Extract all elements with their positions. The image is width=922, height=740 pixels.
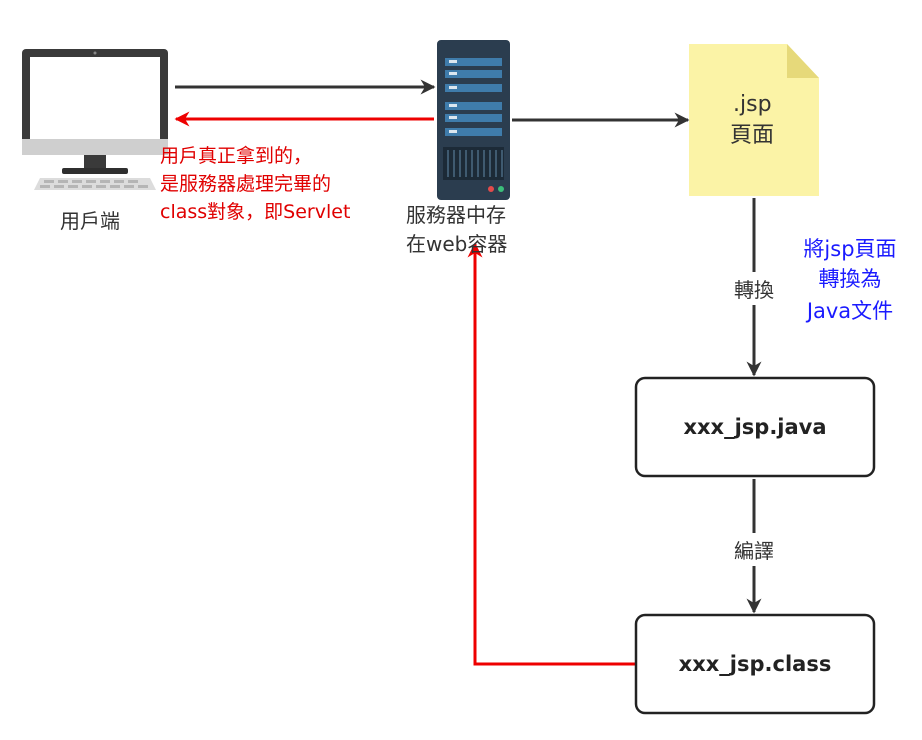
class-file-label: xxx_jsp.class — [678, 652, 832, 676]
convert-note-line2: 轉換為 — [818, 267, 882, 291]
response-note-line1: 用戶真正拿到的， — [160, 145, 313, 167]
desktop-monitor-keyboard-icon — [22, 49, 168, 190]
jsp-file-label-line2: 頁面 — [730, 123, 775, 148]
jsp-file-label-line1: .jsp — [733, 92, 772, 117]
response-note-line3: class對象，即Servlet — [160, 201, 351, 223]
response-note-line2: 是服務器處理完畢的 — [160, 173, 332, 195]
convert-note-line3: Java文件 — [806, 299, 894, 323]
compile-edge-label: 編譯 — [724, 533, 784, 566]
client-label: 用戶端 — [60, 209, 120, 233]
server-label-line1: 服務器中存 — [406, 203, 506, 227]
server-label-line2: 在web容器 — [406, 232, 508, 256]
class-to-server-arrow — [467, 242, 636, 666]
convert-note-line1: 將jsp頁面 — [803, 237, 897, 261]
server-tower-icon — [437, 40, 510, 200]
document-page-icon — [689, 44, 819, 196]
java-file-label: xxx_jsp.java — [683, 415, 827, 439]
convert-edge-label: 轉換 — [724, 272, 784, 305]
